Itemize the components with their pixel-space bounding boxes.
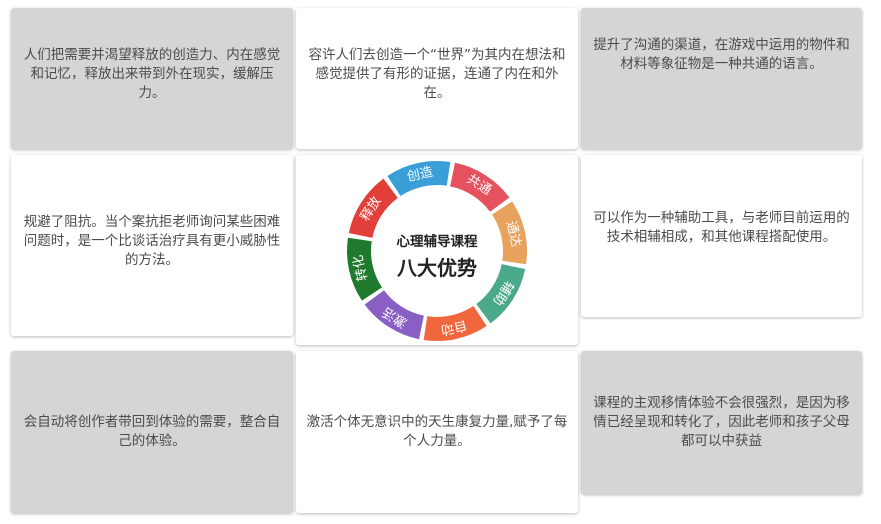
wheel-subtitle: 心理辅导课程 bbox=[397, 233, 478, 250]
card-activate: 激活个体无意识中的天生康复力量,赋予了每个人力量。 bbox=[296, 351, 578, 513]
card-common: 提升了沟通的渠道，在游戏中运用的物件和材料等象征物是一种共通的语言。 bbox=[581, 8, 862, 149]
center-wheel-card: 共通 通达 辅助 自动 激活 转化 释放 创造 心理辅导课程 八大优势 bbox=[296, 155, 578, 345]
card-text: 可以作为一种辅助工具，与老师目前运用的技术相辅相成，和其他课程搭配使用。 bbox=[593, 210, 850, 245]
card-automatic: 会自动将创作者带回到体验的需要，整合自己的体验。 bbox=[11, 351, 293, 513]
card-avoid-resistance: 规避了阻抗。当个案抗拒老师询问某些困难问题时，是一个比谈话治疗具有更小威胁性的方… bbox=[11, 155, 293, 336]
card-release: 人们把需要并渴望释放的创造力、内在感觉和记忆，释放出来带到外在现实，缓解压力。 bbox=[11, 8, 293, 149]
card-text: 激活个体无意识中的天生康复力量,赋予了每个人力量。 bbox=[306, 414, 568, 449]
card-text: 规避了阻抗。当个案抗拒老师询问某些困难问题时，是一个比谈话治疗具有更小威胁性的方… bbox=[23, 214, 281, 268]
card-text: 提升了沟通的渠道，在游戏中运用的物件和材料等象征物是一种共通的语言。 bbox=[593, 36, 850, 72]
card-text: 容许人们去创造一个“世界”为其内在想法和感觉提供了有形的证据，连通了内在和外在。 bbox=[308, 47, 566, 101]
card-create: 容许人们去创造一个“世界”为其内在想法和感觉提供了有形的证据，连通了内在和外在。 bbox=[296, 8, 578, 149]
card-transform: 课程的主观移情体验不会很强烈，是因为移情已经呈现和转化了，因此老师和孩子父母都可… bbox=[581, 351, 862, 494]
card-assist: 可以作为一种辅助工具，与老师目前运用的技术相辅相成，和其他课程搭配使用。 bbox=[581, 155, 862, 317]
wheel-title: 八大优势 bbox=[397, 256, 477, 280]
card-text: 人们把需要并渴望释放的创造力、内在感觉和记忆，释放出来带到外在现实，缓解压力。 bbox=[23, 47, 281, 101]
card-text: 课程的主观移情体验不会很强烈，是因为移情已经呈现和转化了，因此老师和孩子父母都可… bbox=[593, 395, 850, 449]
card-text: 会自动将创作者带回到体验的需要，整合自己的体验。 bbox=[23, 414, 281, 449]
advantages-wheel: 共通通达辅助自动激活转化释放创造 心理辅导课程 八大优势 bbox=[347, 161, 527, 341]
